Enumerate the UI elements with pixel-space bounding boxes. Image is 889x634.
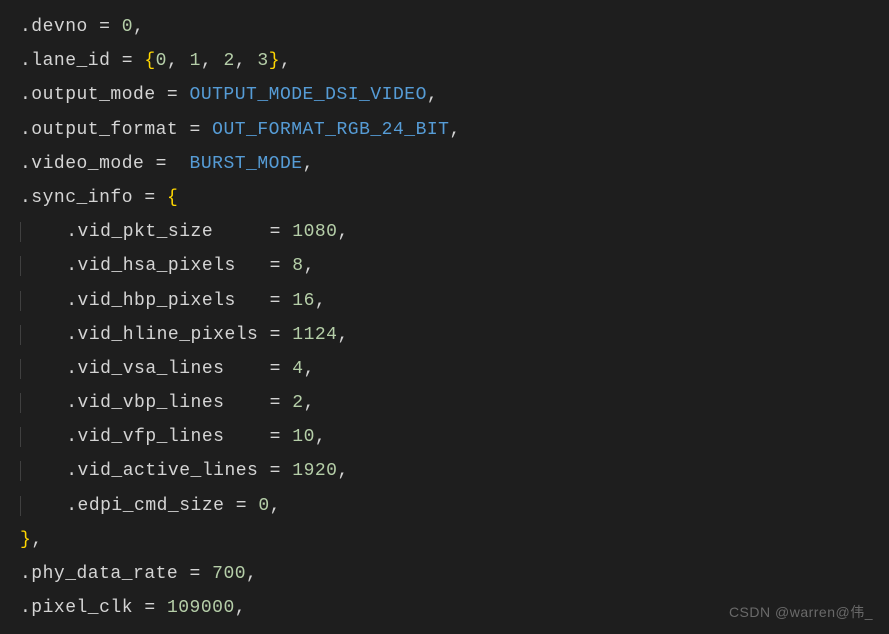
member-field: .phy_data_rate	[20, 564, 178, 584]
code-line: .vid_vsa_lines = 4,	[20, 352, 869, 386]
member-field: .vid_vsa_lines	[66, 359, 224, 379]
number-literal: 1080	[292, 222, 337, 242]
code-line: .devno = 0,	[20, 10, 869, 44]
code-line: .vid_vbp_lines = 2,	[20, 386, 869, 420]
member-field: .vid_hline_pixels	[66, 325, 258, 345]
code-line: .lane_id = {0, 1, 2, 3},	[20, 44, 869, 78]
code-line: .vid_hbp_pixels = 16,	[20, 284, 869, 318]
member-field: .vid_vbp_lines	[66, 393, 224, 413]
member-field: .lane_id	[20, 51, 110, 71]
code-line: .edpi_cmd_size = 0,	[20, 489, 869, 523]
number-literal: 1124	[292, 325, 337, 345]
number-literal: 3	[257, 51, 268, 71]
member-field: .vid_hbp_pixels	[66, 291, 236, 311]
member-field: .output_mode	[20, 85, 156, 105]
code-editor[interactable]: .devno = 0, .lane_id = {0, 1, 2, 3}, .ou…	[20, 10, 869, 625]
member-field: .output_format	[20, 120, 178, 140]
number-literal: 109000	[167, 598, 235, 618]
member-field: .pixel_clk	[20, 598, 133, 618]
code-line: .vid_pkt_size = 1080,	[20, 215, 869, 249]
watermark-text: CSDN @warren@伟_	[729, 599, 873, 626]
number-literal: 2	[223, 51, 234, 71]
member-field: .edpi_cmd_size	[66, 496, 224, 516]
number-literal: 1920	[292, 461, 337, 481]
number-literal: 4	[292, 359, 303, 379]
member-field: .devno	[20, 17, 88, 37]
member-field: .video_mode	[20, 154, 144, 174]
member-field: .vid_pkt_size	[66, 222, 213, 242]
code-line: },	[20, 523, 869, 557]
number-literal: 8	[292, 256, 303, 276]
number-literal: 16	[292, 291, 315, 311]
constant: OUT_FORMAT_RGB_24_BIT	[212, 120, 449, 140]
number-literal: 0	[156, 51, 167, 71]
number-literal: 0	[122, 17, 133, 37]
code-line: .sync_info = {	[20, 181, 869, 215]
member-field: .vid_active_lines	[66, 461, 258, 481]
constant: OUTPUT_MODE_DSI_VIDEO	[190, 85, 427, 105]
code-line: .output_mode = OUTPUT_MODE_DSI_VIDEO,	[20, 78, 869, 112]
member-field: .vid_vfp_lines	[66, 427, 224, 447]
code-line: .vid_vfp_lines = 10,	[20, 420, 869, 454]
member-field: .sync_info	[20, 188, 133, 208]
constant: BURST_MODE	[190, 154, 303, 174]
code-line: .vid_hsa_pixels = 8,	[20, 249, 869, 283]
number-literal: 0	[258, 496, 269, 516]
code-line: .phy_data_rate = 700,	[20, 557, 869, 591]
number-literal: 700	[212, 564, 246, 584]
number-literal: 1	[190, 51, 201, 71]
member-field: .vid_hsa_pixels	[66, 256, 236, 276]
number-literal: 10	[292, 427, 315, 447]
code-line: .vid_hline_pixels = 1124,	[20, 318, 869, 352]
code-line: .video_mode = BURST_MODE,	[20, 147, 869, 181]
code-line: .output_format = OUT_FORMAT_RGB_24_BIT,	[20, 113, 869, 147]
code-line: .vid_active_lines = 1920,	[20, 454, 869, 488]
number-literal: 2	[292, 393, 303, 413]
